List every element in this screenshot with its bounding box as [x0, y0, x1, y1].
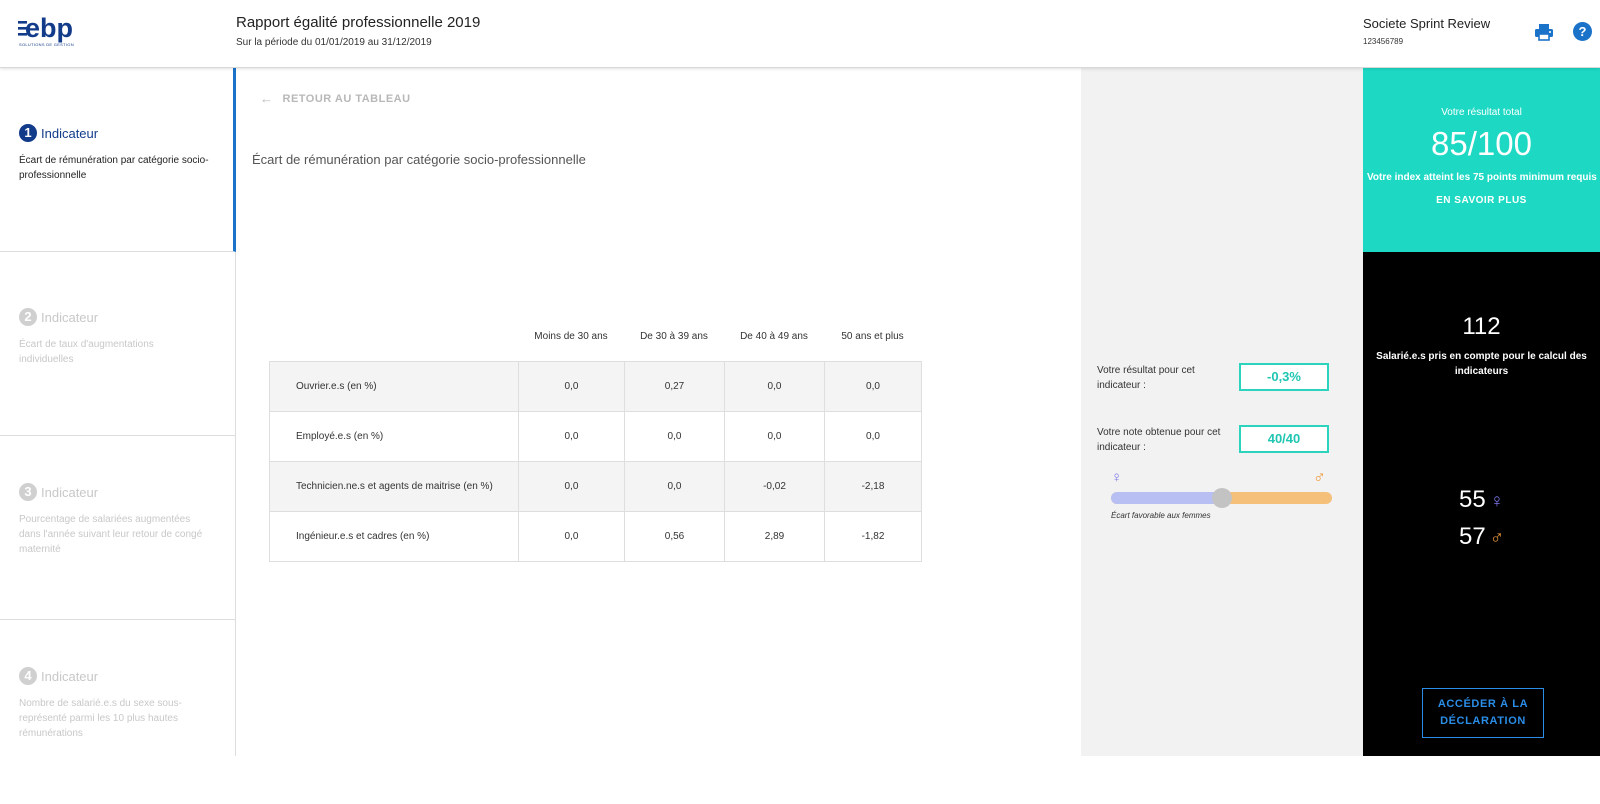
table-cell: 0,56 [624, 511, 725, 562]
female-symbol-icon: ♀ [1489, 491, 1504, 512]
sidebar-step-3[interactable]: 3 Indicateur Pourcentage de salariées au… [0, 436, 236, 620]
table-cell: 0,0 [724, 361, 825, 412]
step-label: Indicateur [41, 668, 99, 684]
pay-gap-table: Ouvrier.e.s (en %) 0,0 0,27 0,0 0,0 Empl… [269, 361, 922, 562]
row-label: Ingénieur.e.s et cadres (en %) [269, 511, 519, 562]
table-cell: 2,89 [724, 511, 825, 562]
row-label: Ouvrier.e.s (en %) [269, 361, 519, 412]
column-header: 50 ans et plus [841, 331, 904, 342]
employee-count: 112 [1462, 313, 1501, 340]
logo-tagline: SOLUTIONS DE GESTION [19, 42, 74, 47]
report-title: Rapport égalité professionnelle 2019 [236, 14, 481, 31]
step-description: Écart de taux d'augmentations individuel… [19, 339, 154, 365]
note-value-box: 40/40 [1239, 425, 1329, 453]
report-period: Sur la période du 01/01/2019 au 31/12/20… [236, 37, 432, 48]
male-symbol-icon: ♂ [1489, 528, 1504, 549]
women-count: 55 [1459, 486, 1486, 513]
slider-caption: Écart favorable aux femmes [1111, 511, 1211, 520]
note-label: Votre note obtenue pour cet indicateur : [1097, 427, 1221, 453]
learn-more-link[interactable]: EN SAVOIR PLUS [1363, 195, 1600, 206]
result-value-box: -0,3% [1239, 363, 1329, 391]
step-number-badge: 1 [19, 124, 37, 142]
step-description: Nombre de salarié.e.s du sexe sous-repré… [19, 698, 182, 739]
column-header: Moins de 30 ans [534, 331, 608, 342]
indicator-title: Écart de rémunération par catégorie soci… [252, 152, 586, 167]
table-cell: 0,0 [518, 511, 625, 562]
men-count: 57 [1459, 523, 1486, 550]
step-number-badge: 3 [19, 483, 37, 501]
table-cell: 0,0 [624, 411, 725, 462]
access-declaration-button[interactable]: ACCÉDER À LA DÉCLARATION [1422, 688, 1544, 738]
column-header: De 40 à 49 ans [740, 331, 808, 342]
table-cell: -1,82 [824, 511, 922, 562]
help-icon[interactable]: ? [1573, 22, 1592, 41]
gap-slider-fill [1111, 492, 1222, 504]
men-count-row: 57 ♂ [1363, 523, 1600, 551]
table-cell: 0,27 [624, 361, 725, 412]
total-score: 85/100 [1431, 125, 1532, 162]
table-cell: 0,0 [518, 361, 625, 412]
result-label: Votre résultat pour cet indicateur : [1097, 365, 1195, 391]
step-label: Indicateur [41, 309, 99, 325]
arrow-left-icon: ← [260, 91, 274, 106]
printer-icon[interactable] [1534, 22, 1554, 42]
row-label: Employé.e.s (en %) [269, 411, 519, 462]
company-name: Societe Sprint Review [1363, 16, 1491, 31]
female-symbol-icon: ♀ [1111, 469, 1123, 486]
back-to-table-link[interactable]: ← RETOUR AU TABLEAU [260, 91, 411, 106]
table-cell: -0,02 [724, 461, 825, 512]
sidebar-step-4[interactable]: 4 Indicateur Nombre de salarié.e.s du se… [0, 620, 236, 804]
table-row: Ouvrier.e.s (en %) 0,0 0,27 0,0 0,0 [269, 361, 922, 412]
logo-text: ebp [25, 14, 73, 43]
indicator-sidebar: 1 Indicateur Écart de rémunération par c… [0, 68, 236, 756]
table-row: Technicien.ne.s et agents de maitrise (e… [269, 461, 922, 512]
table-cell: 0,0 [518, 411, 625, 462]
column-header: De 30 à 39 ans [640, 331, 708, 342]
total-score-card: Votre résultat total 85/100 Votre index … [1363, 68, 1600, 252]
app-header: ebp SOLUTIONS DE GESTION Rapport égalité… [0, 0, 1600, 68]
company-id: 123456789 [1363, 37, 1404, 46]
employee-count-label: Salarié.e.s pris en compte pour le calcu… [1376, 351, 1587, 377]
back-link-label: RETOUR AU TABLEAU [282, 92, 411, 105]
row-label: Technicien.ne.s et agents de maitrise (e… [269, 461, 519, 512]
male-symbol-icon: ♂ [1313, 468, 1326, 487]
gap-slider-thumb[interactable] [1211, 488, 1232, 508]
women-count-row: 55 ♀ [1363, 486, 1600, 514]
step-number-badge: 2 [19, 308, 37, 326]
table-row: Employé.e.s (en %) 0,0 0,0 0,0 0,0 [269, 411, 922, 462]
step-description: Pourcentage de salariées augmentées dans… [19, 514, 203, 555]
table-cell: -2,18 [824, 461, 922, 512]
sidebar-step-2[interactable]: 2 Indicateur Écart de taux d'augmentatio… [0, 252, 236, 436]
step-number-badge: 4 [19, 667, 37, 685]
table-cell: 0,0 [824, 411, 922, 462]
sidebar-step-1[interactable]: 1 Indicateur Écart de rémunération par c… [0, 68, 236, 252]
step-description: Écart de rémunération par catégorie soci… [19, 155, 209, 181]
table-cell: 0,0 [824, 361, 922, 412]
score-panel: Votre résultat total 85/100 Votre index … [1363, 68, 1600, 756]
table-cell: 0,0 [724, 411, 825, 462]
indicator-result-panel: Votre résultat pour cet indicateur : -0,… [1081, 68, 1363, 756]
table-cell: 0,0 [624, 461, 725, 512]
step-label: Indicateur [41, 125, 99, 141]
step-label: Indicateur [41, 484, 99, 500]
score-caption: Votre résultat total [1441, 107, 1522, 118]
score-message: Votre index atteint les 75 points minimu… [1367, 172, 1597, 183]
table-row: Ingénieur.e.s et cadres (en %) 0,0 0,56 … [269, 511, 922, 562]
table-cell: 0,0 [518, 461, 625, 512]
